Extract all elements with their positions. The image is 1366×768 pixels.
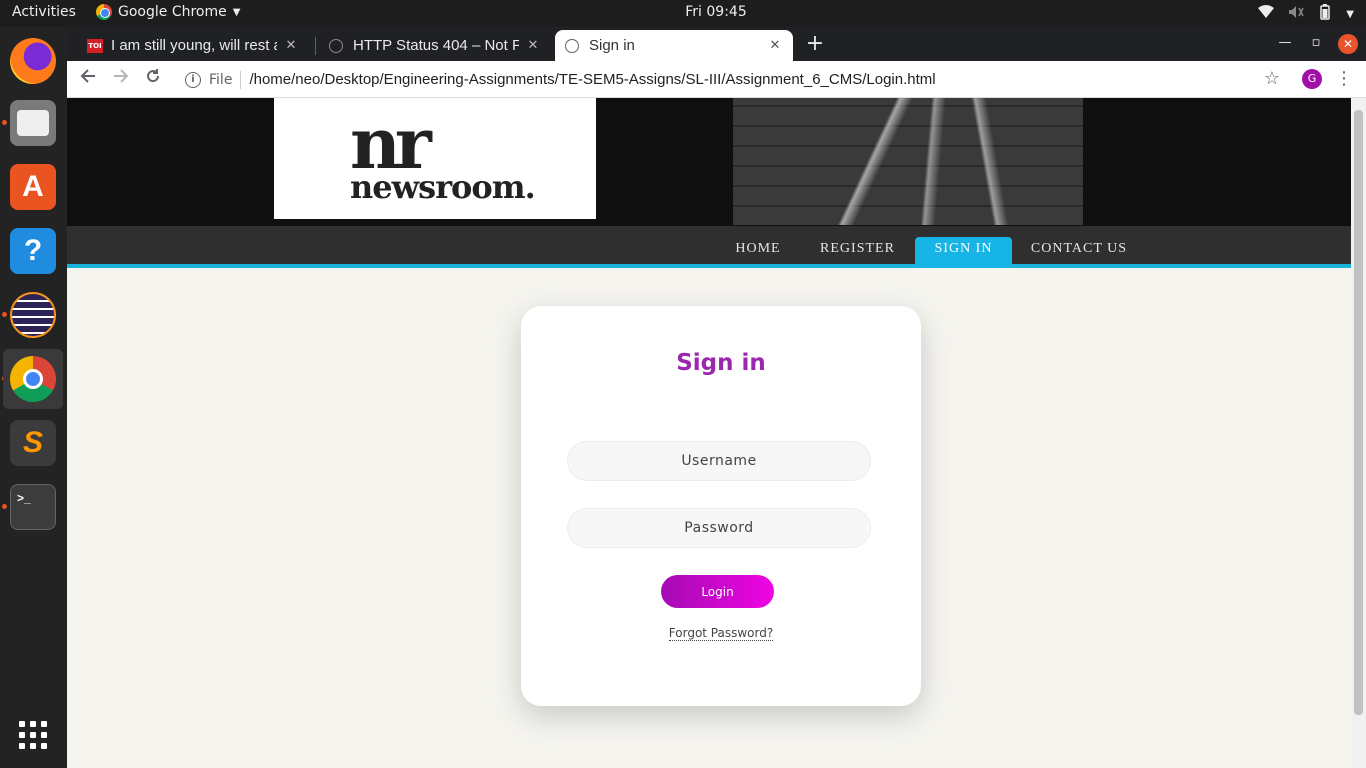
dock-show-applications[interactable] [3, 705, 63, 765]
dock-help[interactable]: ? [3, 221, 63, 281]
activities-button[interactable]: Activities [12, 4, 76, 20]
chrome-icon [10, 356, 56, 402]
scheme-label: File [209, 71, 233, 88]
arrow-left-icon [80, 69, 95, 83]
chrome-icon [96, 4, 112, 20]
logo-wordmark: newsroom. [350, 168, 536, 206]
nav-register[interactable]: REGISTER [815, 237, 900, 268]
gnome-top-bar: Activities Google Chrome ▼ Fri 09:45 ▼ [0, 0, 1366, 27]
caret-down-icon: ▼ [232, 6, 241, 18]
star-icon: ☆ [1263, 68, 1281, 89]
bookmark-button[interactable]: ☆ [1259, 68, 1285, 92]
ubuntu-software-icon: A [10, 164, 56, 210]
dock-ubuntu-software[interactable]: A [3, 157, 63, 217]
battery-icon [1318, 4, 1332, 24]
dock-files[interactable] [3, 93, 63, 153]
system-tray[interactable]: ▼ [1258, 4, 1354, 24]
info-icon[interactable]: i [185, 71, 201, 88]
browser-toolbar: i File /home/neo/Desktop/Engineering-Ass… [67, 61, 1366, 98]
globe-icon [565, 38, 579, 53]
site-nav: HOME REGISTER SIGN IN CONTACT US [67, 226, 1351, 268]
sublime-text-icon: S [10, 420, 56, 466]
dock-sublime-text[interactable]: S [3, 413, 63, 473]
tab-title: HTTP Status 404 – Not Fou [353, 37, 519, 54]
app-menu[interactable]: Google Chrome ▼ [96, 4, 240, 20]
system-menu-caret-icon: ▼ [1346, 8, 1354, 20]
page-viewport: nr newsroom. HOME REGISTER SIGN IN CONTA… [67, 98, 1351, 768]
arrow-right-icon [114, 69, 129, 83]
dock: A ? S >_ [0, 27, 67, 768]
app-menu-label: Google Chrome [118, 4, 227, 20]
show-applications-icon [19, 721, 47, 749]
scrollbar-thumb[interactable] [1354, 110, 1363, 715]
tab-sign-in[interactable]: Sign in ✕ [555, 30, 793, 61]
tab-close-icon[interactable]: ✕ [283, 38, 299, 53]
tab-http-404[interactable]: HTTP Status 404 – Not Fou ✕ [319, 30, 551, 61]
tab-toi[interactable]: TOI I am still young, will rest a ✕ [77, 30, 309, 61]
address-bar[interactable]: i File /home/neo/Desktop/Engineering-Ass… [177, 64, 1287, 95]
files-icon [10, 100, 56, 146]
back-button[interactable] [75, 68, 101, 92]
signin-title: Sign in [676, 350, 766, 376]
login-button[interactable]: Login [661, 575, 774, 608]
tab-title: I am still young, will rest a [111, 37, 277, 54]
globe-icon [329, 38, 343, 53]
menu-button[interactable]: ⋮ [1331, 68, 1357, 92]
site-header: nr newsroom. [67, 98, 1351, 226]
tab-title: Sign in [589, 37, 635, 54]
terminal-icon: >_ [10, 484, 56, 530]
page-scrollbar[interactable] [1351, 98, 1366, 768]
maximize-button[interactable]: ▫ [1306, 35, 1326, 50]
tab-close-icon[interactable]: ✕ [525, 38, 541, 53]
volume-icon [1288, 5, 1304, 23]
site-logo[interactable]: nr newsroom. [274, 98, 596, 219]
dock-eclipse[interactable] [3, 285, 63, 345]
toi-favicon-icon: TOI [87, 38, 103, 53]
header-image [733, 98, 1083, 225]
reload-button[interactable] [140, 68, 166, 92]
reload-icon [147, 69, 160, 83]
dock-firefox[interactable] [3, 31, 63, 91]
nav-contact-us[interactable]: CONTACT US [1028, 237, 1130, 268]
password-input[interactable] [567, 508, 871, 548]
minimize-button[interactable]: — [1275, 35, 1295, 50]
new-tab-button[interactable]: + [803, 33, 827, 57]
kebab-menu-icon: ⋮ [1335, 68, 1353, 89]
forward-button[interactable] [108, 68, 134, 92]
wifi-icon [1258, 5, 1275, 23]
close-window-button[interactable]: ✕ [1338, 34, 1358, 54]
dock-chrome[interactable] [3, 349, 63, 409]
signin-card: Sign in Login Forgot Password? [521, 306, 921, 706]
forgot-password-link[interactable]: Forgot Password? [668, 626, 774, 641]
nav-home[interactable]: HOME [727, 237, 789, 268]
username-input[interactable] [567, 441, 871, 481]
dock-terminal[interactable]: >_ [3, 477, 63, 537]
url-text: /home/neo/Desktop/Engineering-Assignment… [249, 71, 936, 88]
tab-strip: TOI I am still young, will rest a ✕ HTTP… [67, 27, 1366, 61]
tab-close-icon[interactable]: ✕ [767, 38, 783, 53]
nav-sign-in[interactable]: SIGN IN [915, 237, 1012, 268]
firefox-icon [10, 38, 56, 84]
profile-avatar[interactable]: G [1302, 69, 1322, 89]
help-icon: ? [10, 228, 56, 274]
clock[interactable]: Fri 09:45 [685, 4, 746, 20]
eclipse-icon [10, 292, 56, 338]
